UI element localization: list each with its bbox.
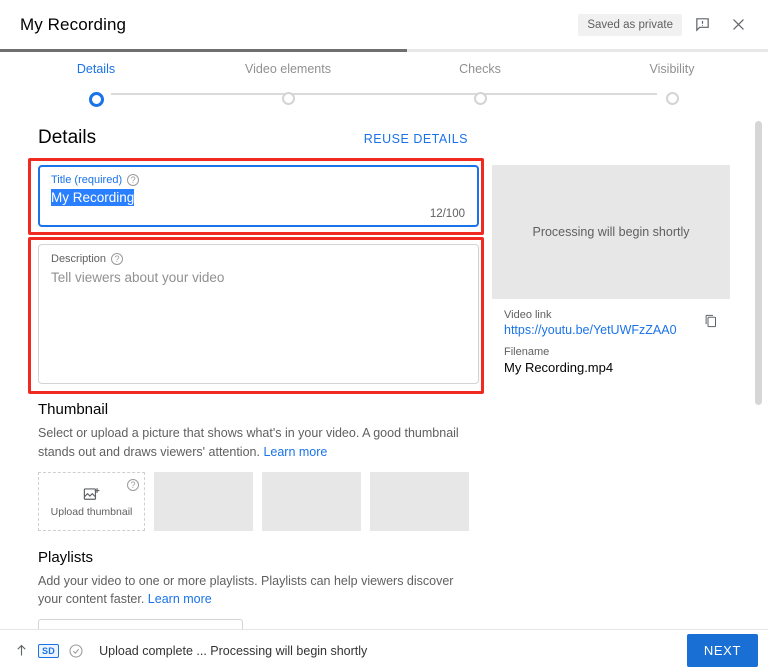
title-selected-text: My Recording [51, 189, 135, 206]
title-field-value: My Recording [51, 189, 466, 206]
title-field-label: Title (required) ? [51, 174, 466, 186]
step-dot-wrap [192, 92, 384, 107]
thumbnail-learn-more-link[interactable]: Learn more [263, 445, 327, 459]
step-dot-visibility[interactable] [665, 92, 679, 105]
step-label: Video elements [245, 62, 331, 76]
thumbnail-options: ? Upload thumbnail [38, 471, 478, 531]
filename-label: Filename [504, 346, 550, 358]
step-label: Details [76, 62, 116, 76]
copy-icon[interactable] [703, 309, 730, 334]
help-icon[interactable]: ? [111, 253, 124, 265]
dialog-footer: SD Upload complete ... Processing will b… [0, 629, 768, 671]
thumbnail-slot[interactable] [262, 471, 361, 531]
playlists-section: Playlists Add your video to one or more … [38, 548, 478, 629]
header-actions: Saved as private [578, 9, 754, 41]
step-checks[interactable]: Checks [384, 62, 576, 82]
dialog-body: Details REUSE DETAILS Title (required) ? [0, 108, 768, 629]
upload-status-text: Upload complete ... Processing will begi… [99, 643, 368, 658]
upload-dialog: My Recording Saved as private Details Vid… [0, 0, 768, 671]
step-dot-video-elements[interactable] [281, 92, 295, 105]
step-dot-checks[interactable] [473, 92, 487, 105]
video-thumbnail-placeholder: Processing will begin shortly [492, 165, 730, 299]
thumbnail-slot[interactable] [154, 471, 253, 531]
quality-badge: SD [38, 643, 60, 658]
status-badge: Saved as private [578, 13, 682, 36]
check-circle-icon [69, 643, 83, 658]
vertical-scrollbar[interactable] [755, 121, 762, 405]
section-title-thumbnail: Thumbnail [38, 401, 109, 418]
playlists-description-text: Add your video to one or more playlists.… [38, 573, 454, 607]
page-title: My Recording [20, 14, 127, 34]
description-input[interactable]: Description ? Tell viewers about your vi… [38, 244, 479, 384]
video-preview-card: Processing will begin shortly Video link… [492, 165, 730, 385]
upload-thumbnail-label: Upload thumbnail [50, 505, 133, 518]
section-title-playlists: Playlists [38, 548, 94, 566]
description-field-label: Description ? [51, 253, 466, 265]
title-label-text: Title (required) [51, 174, 123, 186]
description-label-text: Description [51, 253, 107, 265]
footer-status-icons: SD [14, 643, 84, 659]
step-dot-details[interactable] [88, 92, 104, 107]
step-dot-wrap [0, 92, 192, 107]
filename-value: My Recording.mp4 [504, 360, 614, 375]
feedback-icon[interactable] [686, 9, 718, 41]
thumbnail-description-text: Select or upload a picture that shows wh… [38, 426, 459, 459]
title-input[interactable]: Title (required) ? My Recording 12/100 [38, 165, 479, 227]
next-button[interactable]: NEXT [686, 634, 758, 667]
upload-icon [17, 644, 26, 656]
video-link-label: Video link [504, 309, 552, 321]
video-meta: Video link https://youtu.be/YetUWFzZAA0 [492, 299, 730, 385]
thumbnail-section: Thumbnail Select or upload a picture tha… [38, 401, 478, 531]
step-visibility[interactable]: Visibility [576, 62, 768, 82]
thumbnail-slot[interactable] [370, 471, 469, 531]
help-icon[interactable]: ? [127, 478, 139, 491]
step-label: Checks [459, 62, 501, 76]
playlists-learn-more-link[interactable]: Learn more [148, 592, 212, 606]
step-details[interactable]: Details [0, 62, 192, 82]
section-title-details: Details [38, 127, 97, 148]
step-label: Visibility [649, 62, 695, 76]
reuse-details-link[interactable]: REUSE DETAILS [364, 132, 468, 146]
upload-thumbnail-button[interactable]: ? Upload thumbnail [38, 471, 145, 531]
step-dot-wrap [384, 92, 576, 107]
processing-text: Processing will begin shortly [532, 225, 690, 239]
playlist-select[interactable]: Select ▼ [38, 619, 243, 629]
description-placeholder: Tell viewers about your video [51, 270, 225, 285]
playlists-description: Add your video to one or more playlists.… [38, 572, 466, 610]
help-icon[interactable]: ? [127, 174, 140, 186]
image-upload-icon [83, 487, 100, 500]
dialog-header: My Recording Saved as private [0, 0, 768, 49]
video-link[interactable]: https://youtu.be/YetUWFzZAA0 [504, 323, 677, 337]
title-char-counter: 12/100 [429, 208, 465, 220]
close-icon[interactable] [722, 9, 754, 41]
wizard-stepper: Details Video elements Checks Visibility [0, 52, 768, 108]
thumbnail-description: Select or upload a picture that shows wh… [38, 424, 466, 462]
details-header-row: Details REUSE DETAILS [38, 127, 468, 149]
step-video-elements[interactable]: Video elements [192, 62, 384, 82]
step-dot-wrap [576, 92, 768, 107]
